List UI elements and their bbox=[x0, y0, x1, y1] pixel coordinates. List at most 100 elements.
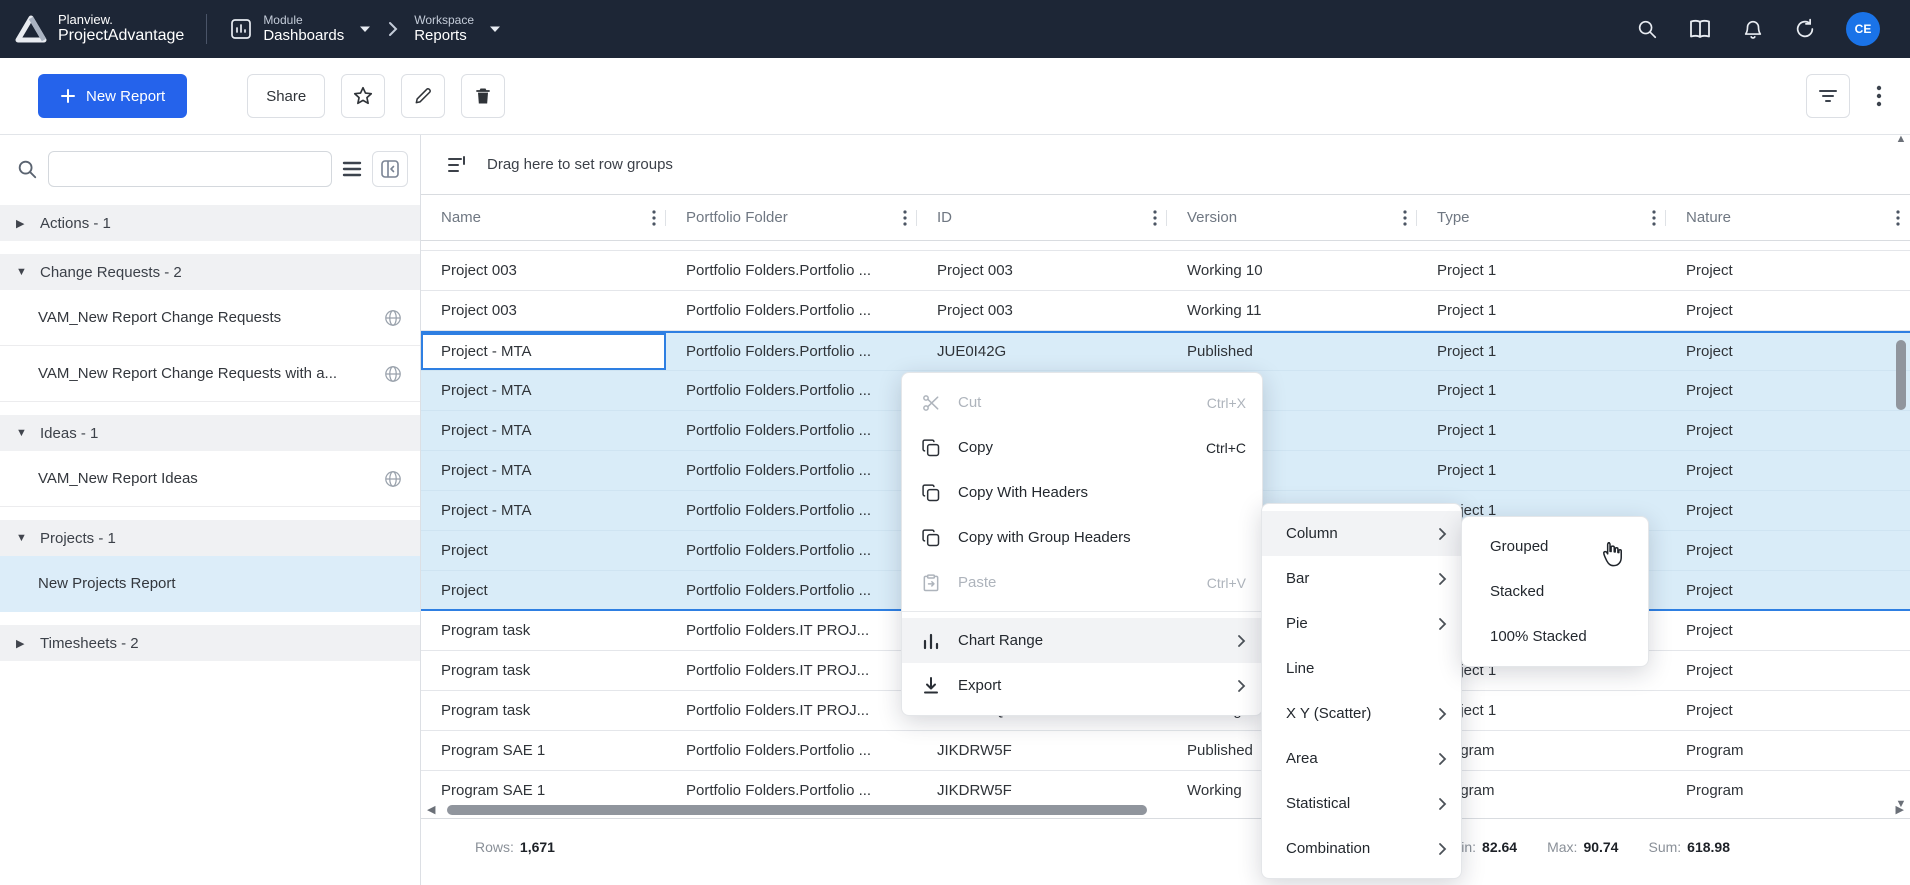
agg-sum: Sum:618.98 bbox=[1648, 839, 1730, 855]
sidebar-group-change-requests[interactable]: ▼ Change Requests - 2 bbox=[0, 254, 420, 290]
column-header-nature[interactable]: Nature bbox=[1666, 195, 1910, 240]
submenu-item-line[interactable]: Line bbox=[1262, 646, 1461, 691]
plus-icon bbox=[60, 88, 76, 104]
submenu-chevron-right-icon bbox=[1237, 679, 1246, 693]
column-header-type[interactable]: Type bbox=[1417, 195, 1666, 240]
context-menu-item-copy-with-headers[interactable]: Copy With Headers bbox=[902, 470, 1262, 515]
user-avatar[interactable]: CE bbox=[1846, 12, 1880, 46]
workspace-selector[interactable]: Workspace Reports bbox=[414, 13, 502, 45]
favorite-button[interactable] bbox=[341, 74, 385, 118]
refresh-icon[interactable] bbox=[1794, 18, 1816, 40]
submenu-item-column[interactable]: Column bbox=[1262, 511, 1461, 556]
filter-button[interactable] bbox=[1806, 74, 1850, 118]
module-value: Dashboards bbox=[263, 27, 344, 45]
report-toolbar: New Report Share bbox=[0, 58, 1910, 135]
grid-context-menu: Cut Ctrl+X Copy Ctrl+C Copy With Headers… bbox=[901, 372, 1263, 716]
column-header-version[interactable]: Version bbox=[1167, 195, 1417, 240]
grid-status-bar: Rows:1,671 Count:49 Min:82.64 Max:90.74 … bbox=[421, 818, 1910, 875]
help-book-icon[interactable] bbox=[1688, 18, 1712, 40]
chevron-right-icon: ▶ bbox=[16, 217, 28, 230]
column-header-id[interactable]: ID bbox=[917, 195, 1167, 240]
download-icon bbox=[920, 676, 942, 695]
top-bar: Planview. ProjectAdvantage Module Dashbo… bbox=[0, 0, 1910, 58]
submenu-item-combination[interactable]: Combination bbox=[1262, 826, 1461, 871]
edit-button[interactable] bbox=[401, 74, 445, 118]
collapse-sidebar-button[interactable] bbox=[372, 151, 408, 187]
submenu-item-area[interactable]: Area bbox=[1262, 736, 1461, 781]
table-row[interactable]: Program SAE 1Portfolio Folders.Portfolio… bbox=[421, 771, 1910, 802]
new-report-button[interactable]: New Report bbox=[38, 74, 187, 118]
row-groups-icon bbox=[447, 155, 469, 175]
table-row[interactable]: Project 003Portfolio Folders.Portfolio .… bbox=[421, 291, 1910, 331]
submenu-item-100-stacked[interactable]: 100% Stacked bbox=[1462, 614, 1648, 659]
sidebar-item-vam-change-requests[interactable]: VAM_New Report Change Requests bbox=[0, 290, 420, 346]
submenu-chevron-right-icon bbox=[1237, 634, 1246, 648]
row-groups-dropzone[interactable]: Drag here to set row groups bbox=[421, 135, 1910, 195]
sidebar-group-actions[interactable]: ▶ Actions - 1 bbox=[0, 205, 420, 241]
submenu-item-grouped[interactable]: Grouped bbox=[1462, 524, 1648, 569]
column-menu-kebab-icon[interactable] bbox=[1648, 206, 1660, 230]
topbar-divider bbox=[206, 14, 207, 44]
more-options-kebab-icon[interactable] bbox=[1876, 84, 1882, 108]
module-chevron-down-icon[interactable] bbox=[358, 24, 372, 34]
module-label: Module bbox=[263, 13, 344, 27]
submenu-item-bar[interactable]: Bar bbox=[1262, 556, 1461, 601]
focused-cell[interactable]: Project - MTA bbox=[421, 333, 666, 370]
list-view-icon[interactable] bbox=[342, 160, 362, 178]
horizontal-scrollbar[interactable]: ◀ ▶ bbox=[421, 802, 1910, 818]
module-dashboards-icon bbox=[229, 17, 253, 41]
workspace-chevron-down-icon[interactable] bbox=[488, 24, 502, 34]
context-menu-item-copy[interactable]: Copy Ctrl+C bbox=[902, 425, 1262, 470]
context-menu-item-export[interactable]: Export bbox=[902, 663, 1262, 708]
table-row[interactable]: Program SAE 1Portfolio Folders.Portfolio… bbox=[421, 731, 1910, 771]
notifications-bell-icon[interactable] bbox=[1742, 18, 1764, 41]
column-header-portfolio-folder[interactable]: Portfolio Folder bbox=[666, 195, 917, 240]
vertical-scrollbar[interactable]: ▲ ▼ bbox=[1894, 132, 1908, 810]
chart-range-submenu: Column Bar Pie Line X Y (Scatter) Area S… bbox=[1261, 503, 1462, 879]
column-menu-kebab-icon[interactable] bbox=[1149, 206, 1161, 230]
globe-icon bbox=[384, 365, 402, 383]
paste-clipboard-icon bbox=[920, 573, 942, 593]
column-menu-kebab-icon[interactable] bbox=[899, 206, 911, 230]
table-row-selected[interactable]: Project - MTAPortfolio Folders.Portfolio… bbox=[421, 331, 1910, 371]
globe-icon bbox=[384, 470, 402, 488]
sidebar-group-ideas[interactable]: ▼ Ideas - 1 bbox=[0, 415, 420, 451]
sidebar-group-projects[interactable]: ▼ Projects - 1 bbox=[0, 520, 420, 556]
submenu-chevron-right-icon bbox=[1438, 752, 1447, 766]
chevron-down-icon: ▼ bbox=[16, 427, 28, 439]
sidebar-search-input[interactable] bbox=[48, 151, 332, 187]
search-icon[interactable] bbox=[1636, 18, 1658, 40]
table-row[interactable]: Project 003Portfolio Folders.Portfolio .… bbox=[421, 251, 1910, 291]
workspace-value: Reports bbox=[414, 27, 474, 45]
delete-button[interactable] bbox=[461, 74, 505, 118]
column-type-submenu: Grouped Stacked 100% Stacked bbox=[1461, 516, 1649, 667]
agg-max: Max:90.74 bbox=[1547, 839, 1618, 855]
submenu-item-xy-scatter[interactable]: X Y (Scatter) bbox=[1262, 691, 1461, 736]
context-menu-item-copy-with-group-headers[interactable]: Copy with Group Headers bbox=[902, 515, 1262, 560]
share-button[interactable]: Share bbox=[247, 74, 325, 118]
submenu-chevron-right-icon bbox=[1438, 617, 1447, 631]
scroll-up-arrow-icon[interactable]: ▲ bbox=[1896, 134, 1907, 145]
vertical-scrollbar-thumb[interactable] bbox=[1896, 340, 1906, 410]
trash-icon bbox=[473, 86, 493, 106]
sidebar-item-new-projects-report[interactable]: New Projects Report bbox=[0, 556, 420, 612]
sidebar-item-vam-ideas[interactable]: VAM_New Report Ideas bbox=[0, 451, 420, 507]
scroll-down-arrow-icon[interactable]: ▼ bbox=[1896, 799, 1907, 810]
scroll-left-arrow-icon[interactable]: ◀ bbox=[427, 805, 435, 816]
column-menu-kebab-icon[interactable] bbox=[1399, 206, 1411, 230]
brand-line2: ProjectAdvantage bbox=[58, 27, 184, 45]
submenu-item-pie[interactable]: Pie bbox=[1262, 601, 1461, 646]
horizontal-scrollbar-thumb[interactable] bbox=[447, 805, 1147, 815]
planview-logo[interactable]: Planview. ProjectAdvantage bbox=[14, 13, 184, 45]
context-menu-item-chart-range[interactable]: Chart Range bbox=[902, 618, 1262, 663]
column-header-name[interactable]: Name bbox=[421, 195, 666, 240]
filter-icon bbox=[1818, 87, 1838, 105]
column-menu-kebab-icon[interactable] bbox=[648, 206, 660, 230]
sidebar-group-timesheets[interactable]: ▶ Timesheets - 2 bbox=[0, 625, 420, 661]
sidebar-item-vam-change-requests-2[interactable]: VAM_New Report Change Requests with a... bbox=[0, 346, 420, 402]
menu-separator bbox=[902, 611, 1262, 612]
sidebar-search-icon[interactable] bbox=[16, 158, 38, 180]
module-selector[interactable]: Module Dashboards bbox=[229, 13, 372, 45]
submenu-item-statistical[interactable]: Statistical bbox=[1262, 781, 1461, 826]
submenu-item-stacked[interactable]: Stacked bbox=[1462, 569, 1648, 614]
